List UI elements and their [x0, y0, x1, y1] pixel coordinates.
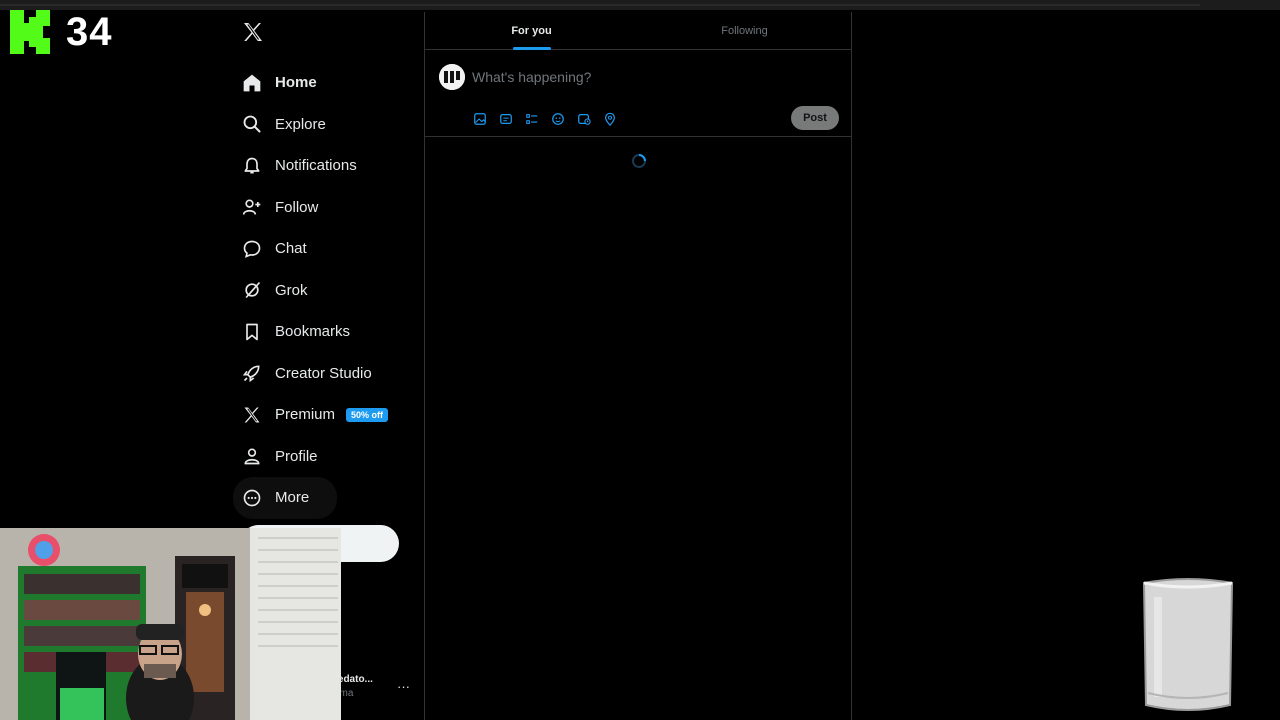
composer-toolbar [473, 112, 617, 127]
main-navigation: Home Explore Notifications Follow Chat G… [233, 62, 423, 519]
gif-icon[interactable] [499, 112, 513, 126]
webcam-overlay [0, 528, 341, 720]
nav-item-bookmarks[interactable]: Bookmarks [233, 311, 423, 353]
emoji-icon[interactable] [551, 112, 565, 126]
nav-label-follow: Follow [275, 198, 319, 216]
location-icon[interactable] [603, 112, 617, 127]
nav-label-notifications: Notifications [275, 157, 357, 175]
rocket-icon [242, 363, 262, 383]
nav-item-grok[interactable]: Grok [233, 270, 423, 312]
tab-following[interactable]: Following [638, 12, 851, 49]
premium-discount-badge: 50% off [346, 407, 389, 422]
image-icon[interactable] [473, 112, 487, 126]
profile-icon [242, 446, 262, 466]
nav-item-more[interactable]: More [233, 477, 337, 519]
nav-item-creator-studio[interactable]: Creator Studio [233, 353, 423, 395]
x-icon [242, 405, 262, 425]
bookmark-icon [242, 322, 262, 342]
poll-icon[interactable] [525, 112, 539, 126]
search-icon [242, 114, 262, 134]
nav-item-explore[interactable]: Explore [233, 104, 423, 146]
nav-label-creator-studio: Creator Studio [275, 364, 372, 382]
tab-for-you[interactable]: For you [425, 12, 638, 50]
kick-logo-icon [10, 10, 50, 54]
nav-item-home[interactable]: Home [233, 62, 423, 104]
bell-icon [242, 156, 262, 176]
nav-label-bookmarks: Bookmarks [275, 323, 351, 341]
home-icon [242, 73, 262, 93]
post-button[interactable]: Post [791, 106, 839, 130]
nav-item-profile[interactable]: Profile [233, 436, 423, 478]
nav-item-follow[interactable]: Follow [233, 187, 423, 229]
chat-icon [242, 239, 262, 259]
nav-label-chat: Chat [275, 240, 307, 258]
compose-input[interactable]: What's happening? [472, 69, 591, 85]
nav-item-premium[interactable]: Premium 50% off [233, 394, 423, 436]
follow-icon [242, 197, 262, 217]
x-logo-icon[interactable] [241, 20, 265, 44]
nav-item-notifications[interactable]: Notifications [233, 145, 423, 187]
kick-overlay: 34 [10, 10, 113, 54]
nav-label-profile: Profile [275, 447, 318, 465]
avatar[interactable] [439, 64, 465, 90]
nav-label-grok: Grok [275, 281, 308, 299]
timeline-tabs: For you Following [425, 12, 851, 50]
nav-label-explore: Explore [275, 115, 326, 133]
post-composer: What's happening? Post [425, 50, 851, 137]
grok-icon [242, 280, 262, 300]
viewer-count: 34 [66, 9, 113, 54]
tab-label-for-you: For you [511, 24, 552, 37]
nav-label-premium: Premium [275, 406, 336, 424]
schedule-icon[interactable] [577, 112, 591, 126]
glass-cup-overlay [1142, 578, 1234, 711]
tab-label-following: Following [721, 24, 768, 37]
nav-item-chat[interactable]: Chat [233, 228, 423, 270]
nav-label-home: Home [275, 74, 317, 92]
account-more-icon[interactable]: ··· [397, 679, 410, 694]
main-timeline: For you Following What's happening? Post [424, 12, 852, 720]
nav-label-more: More [275, 489, 310, 507]
loading-spinner-icon [632, 154, 646, 168]
browser-top-bar [0, 0, 1280, 10]
more-circle-icon [242, 488, 262, 508]
